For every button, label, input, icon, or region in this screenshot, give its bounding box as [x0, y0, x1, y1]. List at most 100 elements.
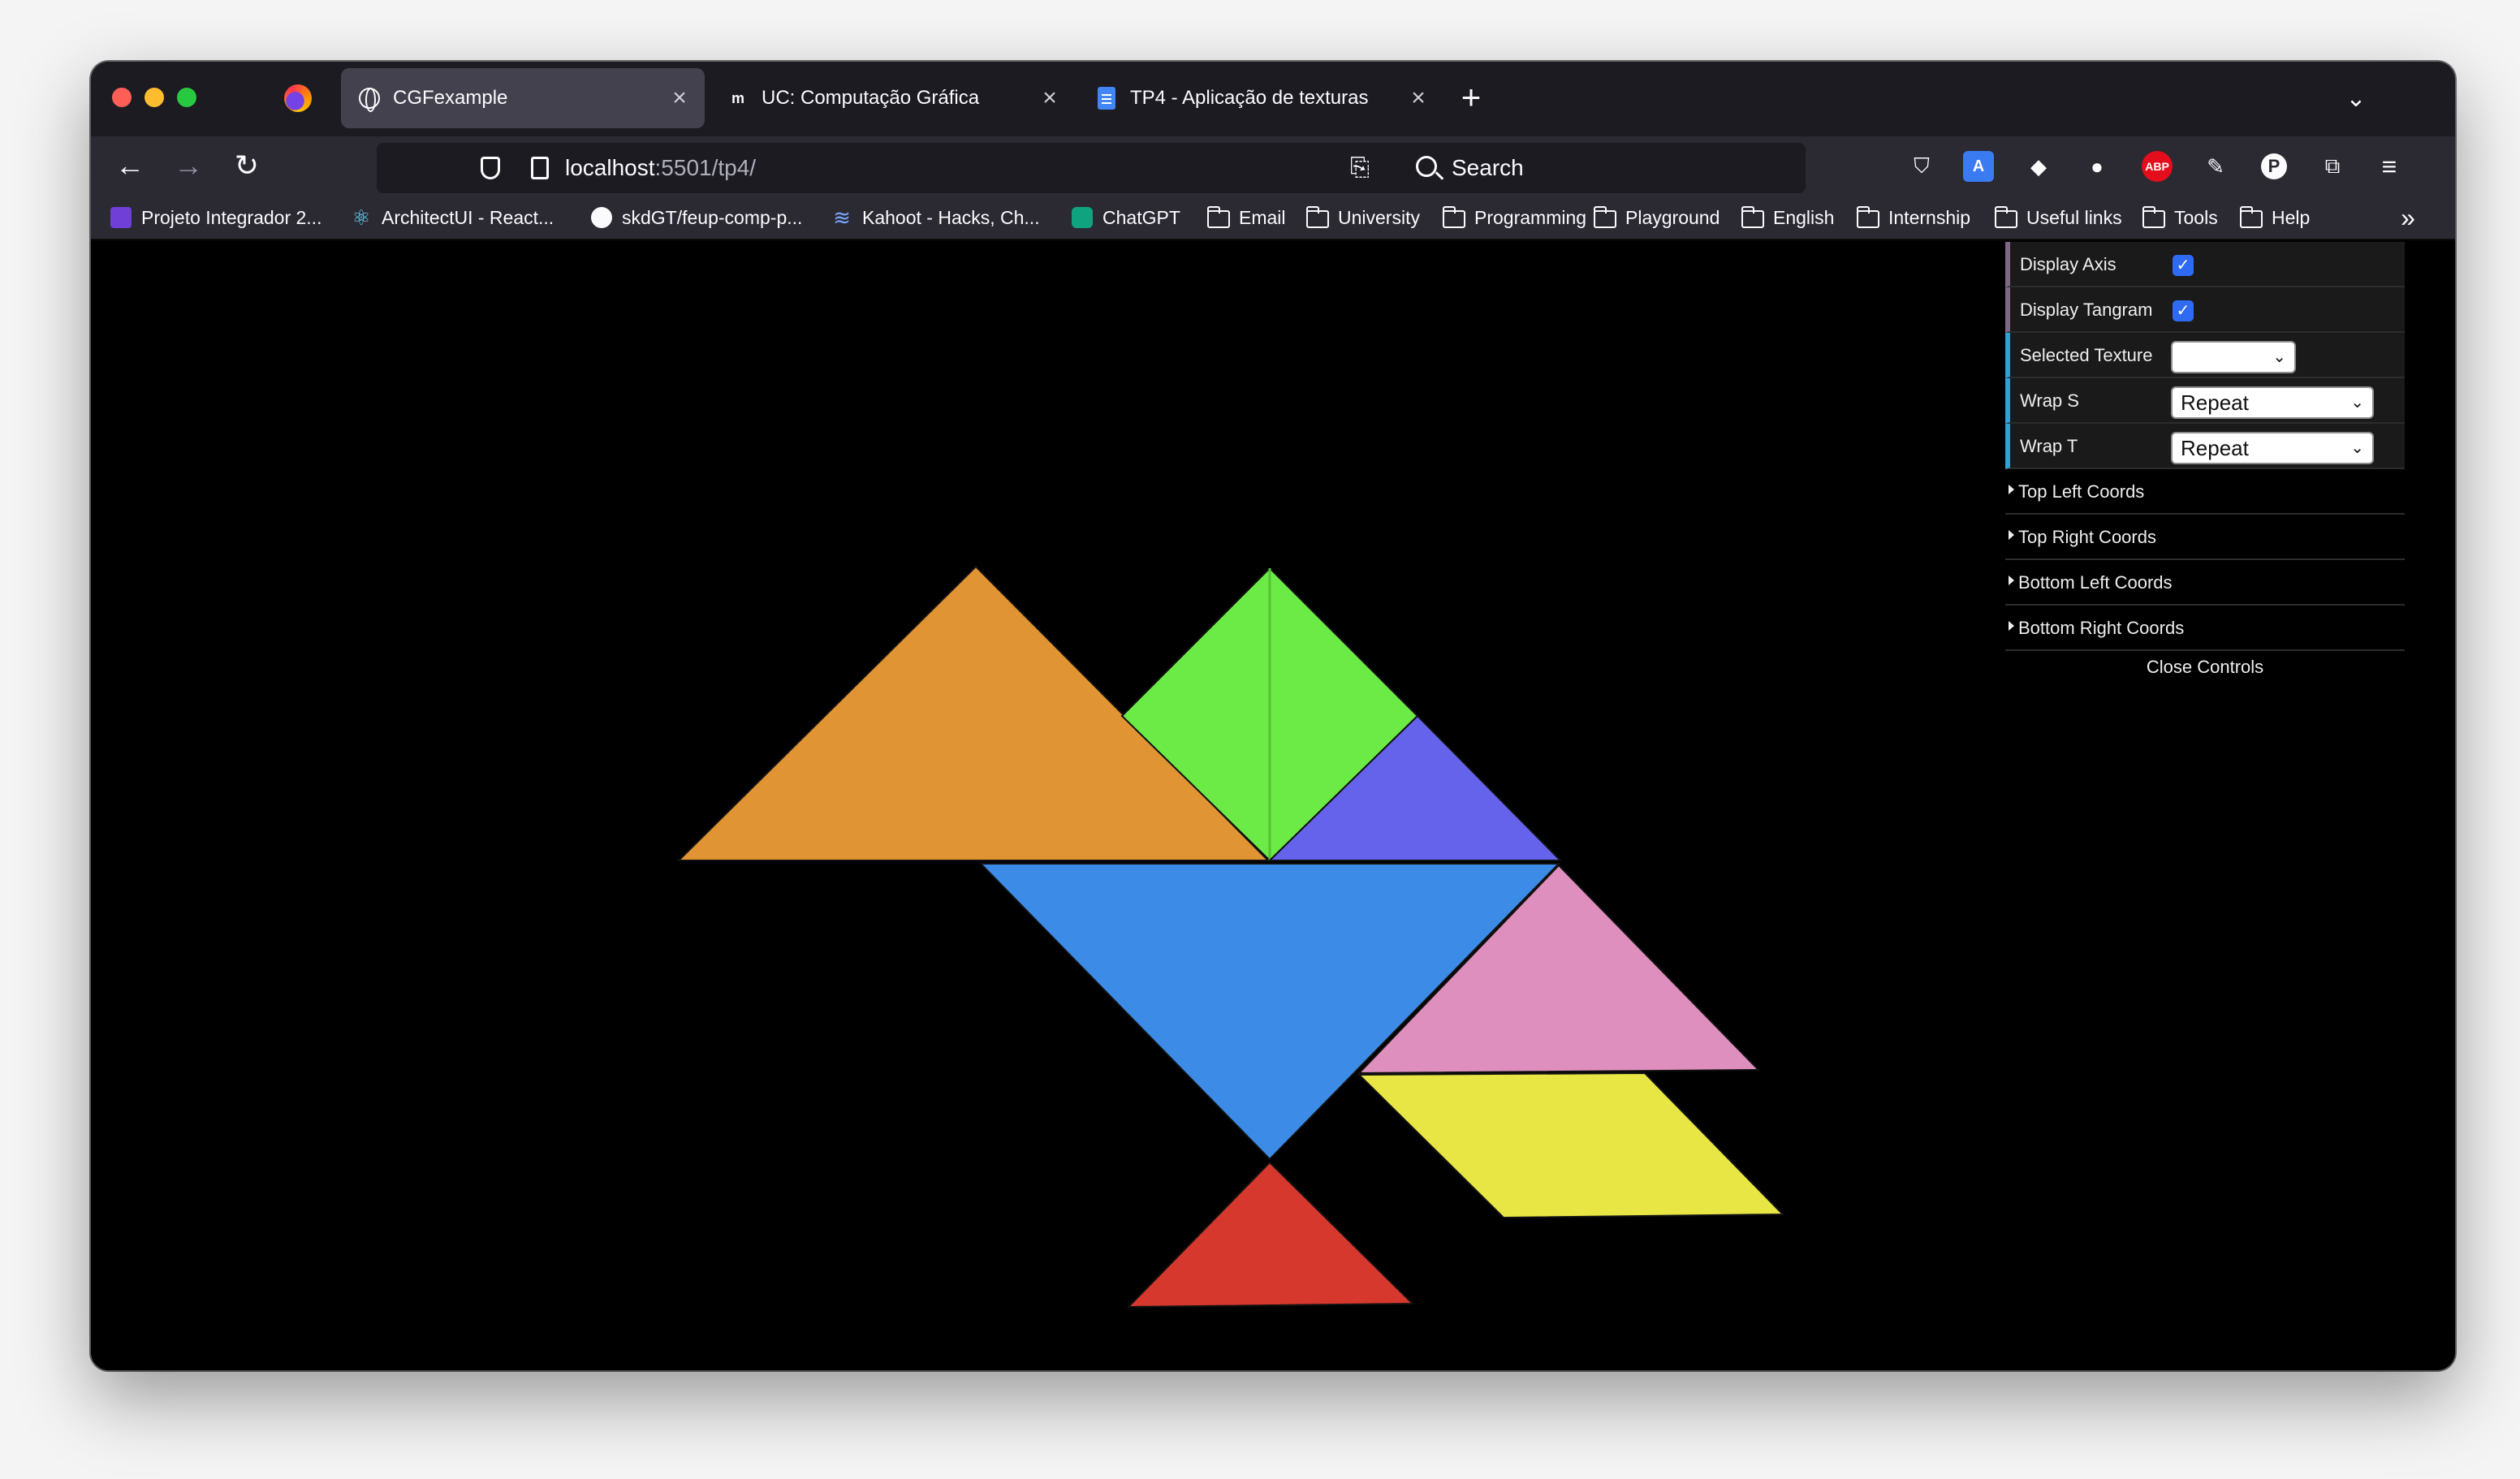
react-icon: ⚛ [352, 205, 371, 230]
close-tab-icon[interactable]: × [1406, 84, 1430, 111]
wrap-s-value: Repeat [2181, 390, 2249, 415]
pocket-icon[interactable]: ⛉ [1906, 151, 1937, 182]
stack-icon: ≋ [833, 205, 851, 230]
selected-texture-label: Selected Texture [2020, 345, 2153, 365]
selected-texture-row[interactable]: Selected Texture ⌄ [2005, 333, 2405, 378]
folder-icon [2239, 205, 2263, 230]
zoom-window-button[interactable] [177, 88, 196, 107]
translate-extension-icon[interactable]: A [1963, 151, 1994, 182]
wrap-t-value: Repeat [2181, 436, 2249, 460]
extension-arrow-icon[interactable]: ◆ [2023, 151, 2054, 182]
firefox-view-icon[interactable] [284, 84, 312, 112]
globe-icon [357, 86, 382, 112]
chatgpt-icon [1070, 205, 1094, 230]
profile-icon[interactable]: P [2259, 151, 2289, 182]
display-axis-checkbox[interactable]: ✓ [2173, 255, 2194, 276]
page-info-icon[interactable] [531, 157, 549, 179]
tab-title: TP4 - Aplicação de texturas [1130, 87, 1369, 109]
tab-title: CGFexample [393, 87, 508, 109]
folder-bottom-left-coords[interactable]: Bottom Left Coords [2005, 560, 2405, 606]
bookmark-folder-programming[interactable]: Programming [1442, 201, 1586, 234]
bookmark-kahoot[interactable]: ≋ Kahoot - Hacks, Ch... [830, 201, 1040, 234]
wrap-s-select[interactable]: Repeat ⌄ [2171, 386, 2374, 419]
folder-top-left-coords[interactable]: Top Left Coords [2005, 469, 2405, 515]
moodle-icon: m [731, 89, 744, 106]
list-all-tabs-chevron-icon[interactable]: ⌄ [2337, 80, 2375, 119]
reload-icon[interactable]: ↻ [226, 144, 268, 187]
wrap-t-label: Wrap T [2020, 436, 2078, 456]
wrap-t-select[interactable]: Repeat ⌄ [2171, 432, 2374, 464]
close-controls-button[interactable]: Close Controls [2005, 651, 2405, 687]
profile-letter: P [2261, 153, 2287, 179]
display-tangram-checkbox[interactable]: ✓ [2173, 300, 2194, 321]
github-icon [589, 205, 614, 230]
bookmark-github-repo[interactable]: skdGT/feup-comp-p... [589, 201, 802, 234]
url-bar[interactable]: localhost:5501/tp4/ ⎘ ⌗ ☆ [377, 143, 1481, 193]
adblock-icon[interactable]: ABP [2142, 151, 2173, 182]
new-tab-plus-icon[interactable]: + [1452, 78, 1491, 117]
search-bar[interactable]: Search [1400, 143, 1806, 193]
bookmark-label: Help [2272, 206, 2311, 228]
chevron-down-icon: ⌄ [2350, 394, 2364, 412]
tab-uc-computacao-grafica[interactable]: m UC: Computação Gráfica × [710, 68, 1075, 128]
bookmark-projeto-integrador[interactable]: Projeto Integrador 2... [109, 201, 321, 234]
tab-title: UC: Computação Gráfica [762, 87, 980, 109]
bookmark-folder-email[interactable]: Email [1206, 201, 1286, 234]
bookmark-folder-help[interactable]: Help [2239, 201, 2310, 234]
display-axis-label: Display Axis [2020, 254, 2117, 274]
menu-icon[interactable]: ≡ [2374, 151, 2405, 182]
navigation-toolbar: ← → ↻ localhost:5501/tp4/ ⎘ ⌗ ☆ Search ⛉… [91, 136, 2455, 195]
webgl-canvas[interactable]: Display Axis ✓ Display Tangram ✓ Selecte… [91, 242, 2455, 1370]
folder-title: Top Left Coords [2018, 481, 2145, 502]
more-bookmarks-chevron-icon[interactable]: » [2392, 201, 2424, 234]
bookmark-label: English [1773, 206, 1835, 228]
purple-list-icon [109, 205, 133, 230]
display-tangram-row[interactable]: Display Tangram ✓ [2005, 287, 2405, 333]
bookmark-label: ArchitectUI - React... [382, 206, 554, 228]
close-window-button[interactable] [112, 88, 132, 107]
tab-cgfexample[interactable]: CGFexample × [341, 68, 705, 128]
bookmark-label: Email [1239, 206, 1286, 228]
display-tangram-label: Display Tangram [2020, 300, 2153, 320]
minimize-window-button[interactable] [145, 88, 164, 107]
folder-title: Bottom Right Coords [2018, 618, 2185, 638]
bookmark-chatgpt[interactable]: ChatGPT [1070, 201, 1180, 234]
google-docs-icon [1094, 86, 1119, 110]
selected-texture-select[interactable]: ⌄ [2171, 341, 2296, 373]
url-text[interactable]: localhost:5501/tp4/ [565, 143, 756, 193]
bookmark-label: ChatGPT [1102, 206, 1180, 228]
tracking-protection-shield-icon[interactable] [481, 157, 500, 179]
close-tab-icon[interactable]: × [1038, 84, 1062, 111]
tab-strip: CGFexample × m UC: Computação Gráfica × … [91, 62, 2455, 136]
wrap-s-row[interactable]: Wrap S Repeat ⌄ [2005, 378, 2405, 424]
wrap-s-label: Wrap S [2020, 390, 2079, 411]
extensions-puzzle-icon[interactable]: ⧉ [2317, 151, 2348, 182]
forward-arrow-icon[interactable]: → [167, 144, 209, 187]
bookmark-architectui[interactable]: ⚛ ArchitectUI - React... [349, 201, 554, 234]
url-host: localhost [565, 155, 655, 180]
close-tab-icon[interactable]: × [667, 84, 692, 111]
folder-icon [1856, 205, 1880, 230]
folder-top-right-coords[interactable]: Top Right Coords [2005, 515, 2405, 560]
bookmarks-toolbar: Projeto Integrador 2... ⚛ ArchitectUI - … [91, 195, 2455, 240]
red-triangle [1126, 1161, 1415, 1309]
bookmark-folder-tools[interactable]: Tools [2142, 201, 2218, 234]
bookmark-label: Playground [1625, 206, 1720, 228]
bookmark-folder-useful-links[interactable]: Useful links [1994, 201, 2122, 234]
folder-icon [1206, 205, 1231, 230]
extension-ghost-icon[interactable]: ● [2082, 151, 2112, 182]
folder-title: Bottom Left Coords [2018, 572, 2173, 593]
bookmark-folder-english[interactable]: English [1741, 201, 1834, 234]
tab-tp4-texturas[interactable]: TP4 - Aplicação de texturas × [1078, 68, 1443, 128]
bookmark-folder-university[interactable]: University [1305, 201, 1420, 234]
back-arrow-icon[interactable]: ← [109, 144, 151, 187]
translate-page-icon[interactable]: ⎘ [1344, 153, 1375, 183]
folder-bottom-right-coords[interactable]: Bottom Right Coords [2005, 606, 2405, 651]
pen-icon[interactable]: ✎ [2200, 151, 2231, 182]
display-axis-row[interactable]: Display Axis ✓ [2005, 242, 2405, 287]
wrap-t-row[interactable]: Wrap T Repeat ⌄ [2005, 424, 2405, 469]
bookmark-folder-playground[interactable]: Playground [1593, 201, 1720, 234]
bookmark-label: Programming [1474, 206, 1587, 228]
bookmark-label: Useful links [2026, 206, 2122, 228]
bookmark-folder-internship[interactable]: Internship [1856, 201, 1970, 234]
